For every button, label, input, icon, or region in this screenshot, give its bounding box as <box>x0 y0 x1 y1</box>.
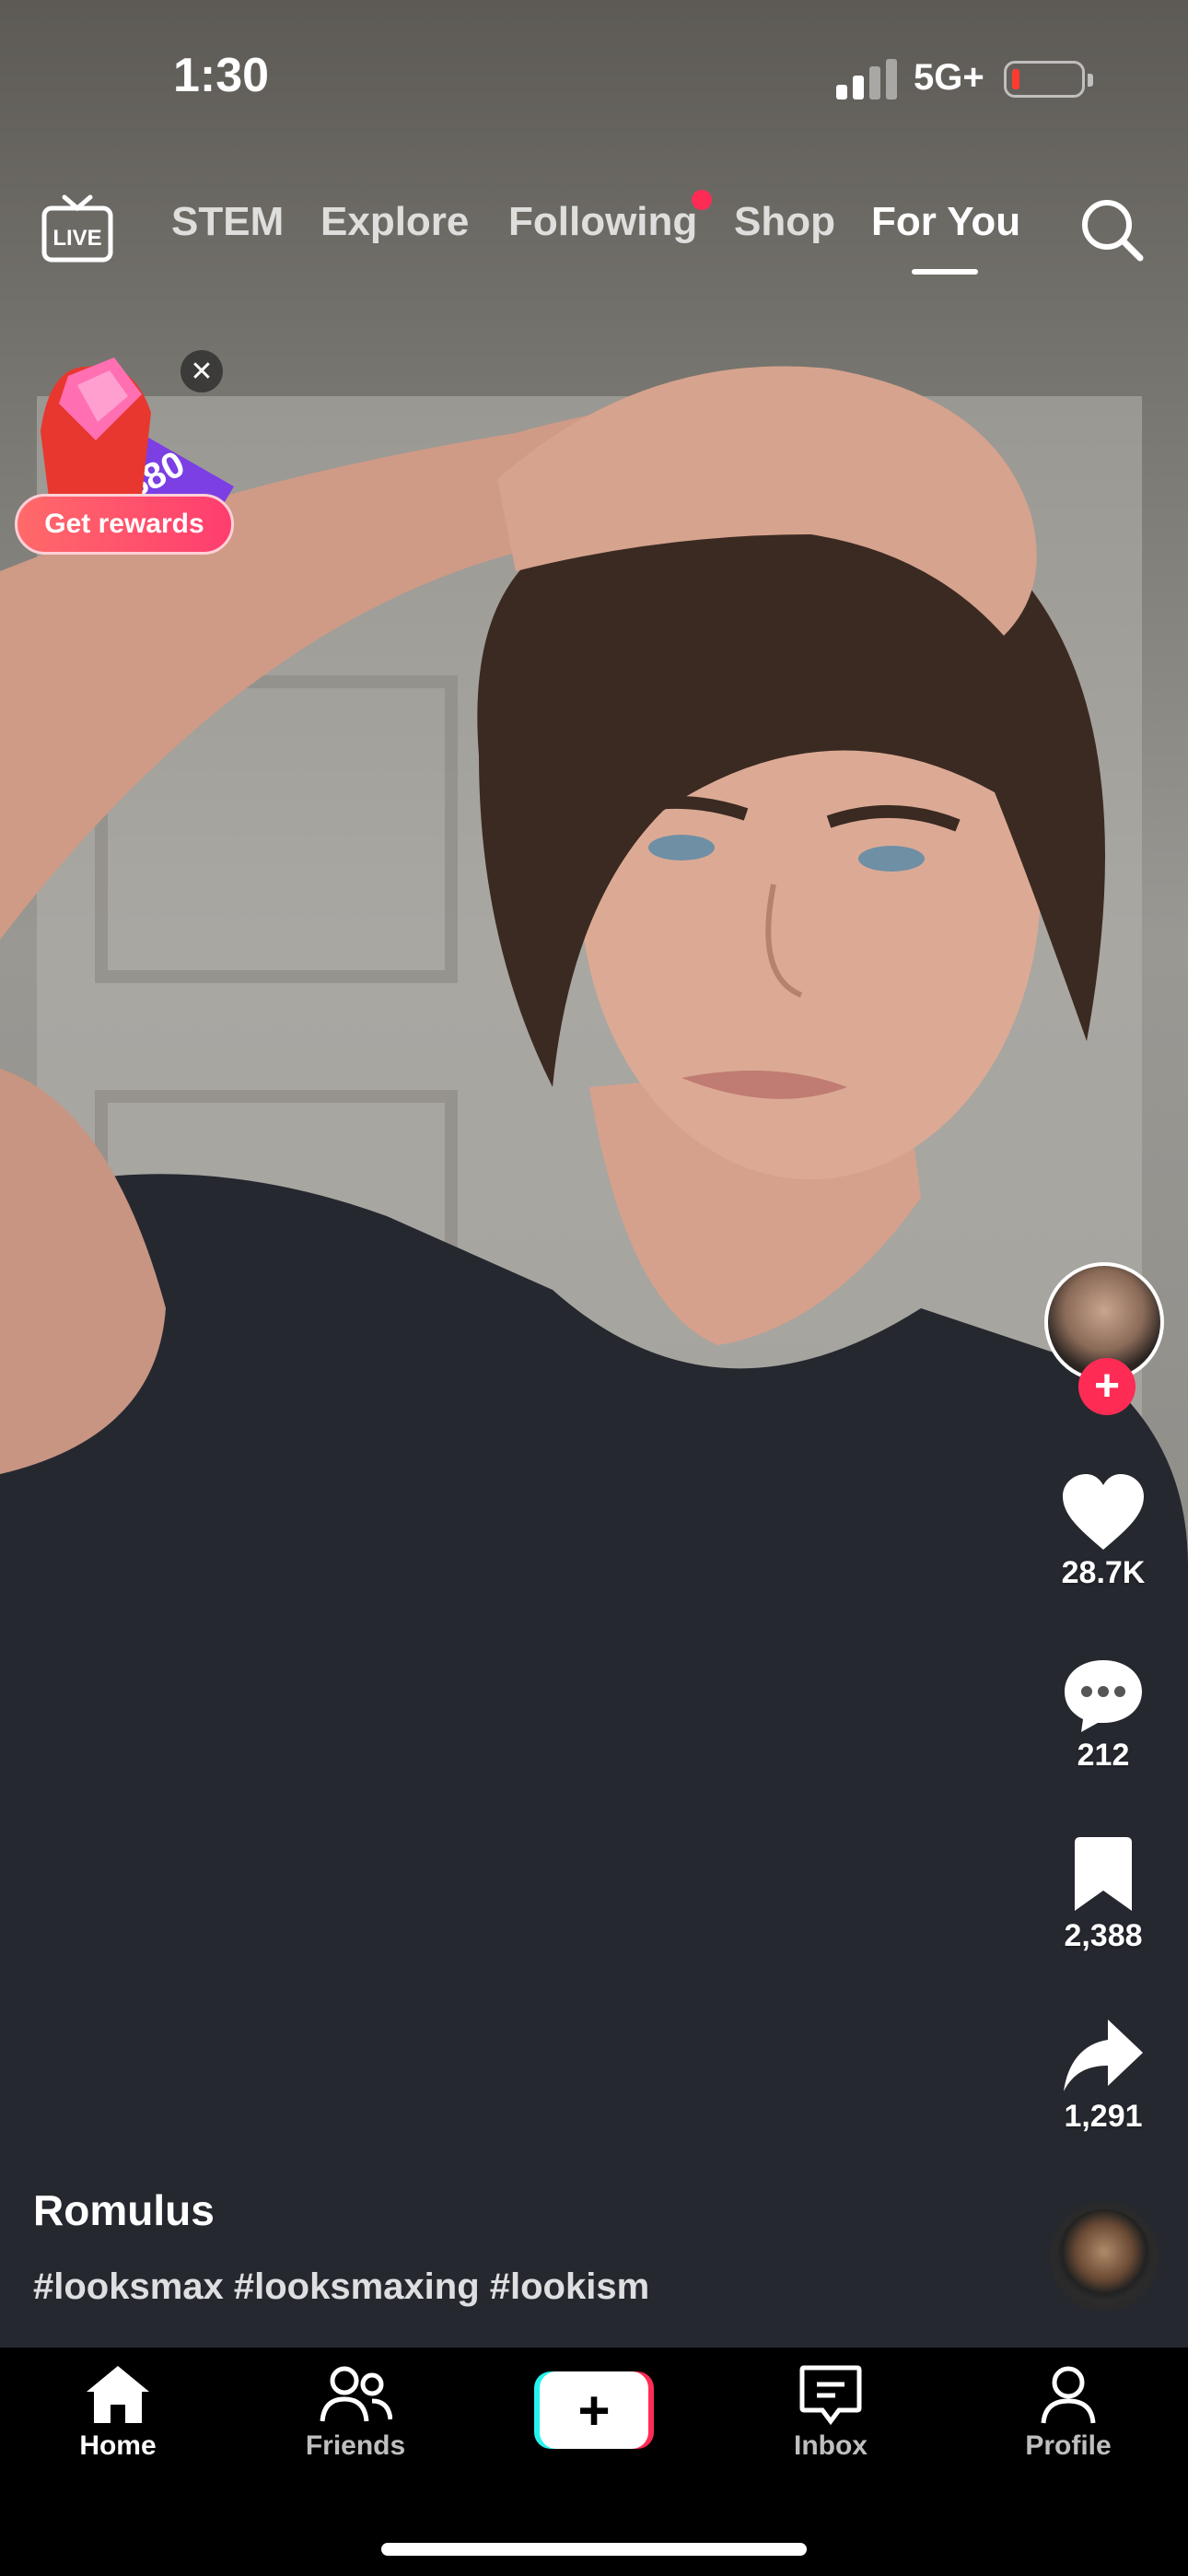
active-tab-indicator <box>912 269 978 275</box>
save-button[interactable]: 2,388 <box>1041 1837 1166 1954</box>
nav-profile-label: Profile <box>1025 2430 1112 2461</box>
comment-button[interactable]: 212 <box>1041 1657 1166 1774</box>
status-bar: 1:30 5G+ <box>0 0 1188 157</box>
comment-count: 212 <box>1077 1738 1130 1773</box>
nav-friends[interactable]: Friends <box>273 2364 438 2462</box>
tab-following[interactable]: Following <box>508 199 697 245</box>
like-count: 28.7K <box>1061 1555 1146 1590</box>
share-count: 1,291 <box>1064 2099 1143 2134</box>
inbox-icon <box>799 2365 862 2425</box>
bottom-nav: Home Friends + Inbox Profile <box>0 2348 1188 2576</box>
bookmark-icon <box>1075 1837 1132 1911</box>
tab-explore[interactable]: Explore <box>320 199 469 245</box>
top-nav: LIVE STEM Explore Following Shop For You <box>0 181 1188 282</box>
save-count: 2,388 <box>1064 1918 1143 1953</box>
follow-plus-button[interactable]: + <box>1078 1358 1136 1415</box>
home-icon <box>87 2366 149 2423</box>
get-rewards-button[interactable]: Get rewards <box>15 494 234 555</box>
tab-for-you[interactable]: For You <box>871 199 1020 245</box>
profile-icon <box>1041 2366 1096 2424</box>
search-icon[interactable] <box>1076 193 1149 267</box>
comment-icon <box>1065 1660 1142 1732</box>
heart-icon <box>1063 1474 1144 1550</box>
nav-profile[interactable]: Profile <box>985 2364 1151 2462</box>
nav-home-label: Home <box>79 2430 157 2461</box>
share-arrow-icon <box>1064 2020 1143 2091</box>
post-caption[interactable]: #looksmax #looksmaxing #lookism <box>33 2266 649 2308</box>
friends-icon <box>320 2366 392 2422</box>
following-notification-dot <box>692 190 712 210</box>
status-time: 1:30 <box>173 49 270 102</box>
nav-friends-label: Friends <box>305 2430 406 2461</box>
tab-stem[interactable]: STEM <box>171 199 284 245</box>
create-plus-icon: + <box>540 2371 648 2449</box>
close-icon: ✕ <box>190 356 214 387</box>
cellular-signal-icon <box>836 59 897 100</box>
battery-icon <box>1004 61 1093 98</box>
network-type: 5G+ <box>914 57 984 98</box>
nav-inbox[interactable]: Inbox <box>748 2364 914 2462</box>
music-disc-icon[interactable] <box>1050 2202 1159 2311</box>
nav-inbox-label: Inbox <box>794 2430 868 2461</box>
tab-shop[interactable]: Shop <box>734 199 835 245</box>
create-button[interactable]: + <box>534 2371 654 2449</box>
svg-text:LIVE: LIVE <box>52 226 101 251</box>
rewards-close-button[interactable]: ✕ <box>181 350 223 392</box>
like-button[interactable]: 28.7K <box>1041 1474 1166 1591</box>
home-indicator[interactable] <box>381 2543 807 2556</box>
post-author[interactable]: Romulus <box>33 2185 215 2235</box>
live-tv-icon[interactable]: LIVE <box>41 192 114 265</box>
nav-home[interactable]: Home <box>35 2364 201 2462</box>
creator-avatar-group: + <box>1044 1262 1164 1415</box>
share-button[interactable]: 1,291 <box>1041 2018 1166 2135</box>
